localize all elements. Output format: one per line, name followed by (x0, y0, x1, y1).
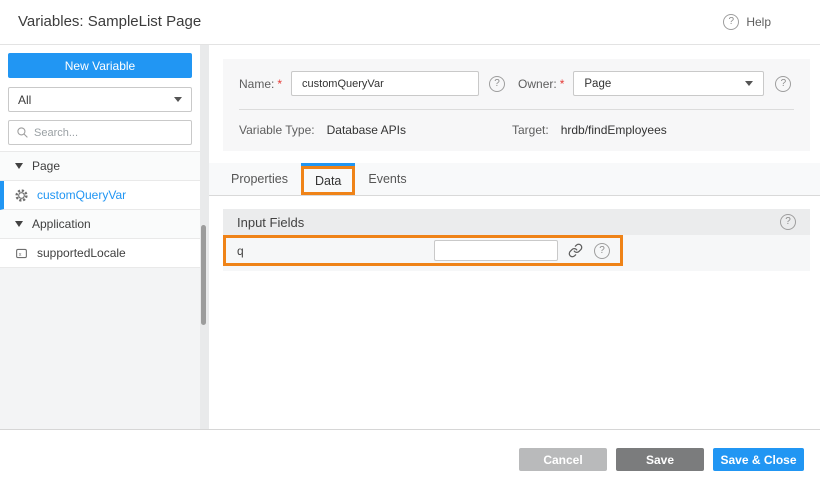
detail-tabs: Properties Data Events (209, 163, 820, 196)
required-marker: * (277, 77, 282, 91)
name-label: Name: (239, 77, 274, 91)
variable-filter-value: All (18, 93, 31, 107)
tree-group-label: Application (32, 217, 91, 231)
field-q-help-icon[interactable]: ? (594, 243, 610, 259)
field-name-label: q (237, 244, 434, 258)
variable-type-value: Database APIs (327, 123, 406, 137)
tree-item-label: supportedLocale (37, 246, 126, 260)
sidebar-empty-area (0, 268, 200, 429)
dialog-footer: Cancel Save Save & Close (0, 429, 820, 489)
dialog-header: Variables: SampleList Page ? Help (0, 0, 820, 45)
input-fields-header: Input Fields ? (223, 209, 810, 235)
tree-group-application[interactable]: Application (0, 210, 200, 239)
variable-filter-select[interactable]: All (8, 87, 192, 112)
variables-tree: Page customQueryVar Application x suppor… (0, 151, 200, 268)
owner-selected-value: Page (584, 78, 611, 90)
form-divider (239, 109, 794, 110)
chevron-down-icon (745, 81, 753, 86)
link-icon (568, 243, 583, 258)
help-button[interactable]: ? Help (723, 0, 771, 44)
help-icon: ? (723, 14, 739, 30)
owner-label: Owner: (518, 77, 557, 91)
expander-down-icon (15, 221, 23, 227)
tree-item-label: customQueryVar (37, 188, 126, 202)
chevron-down-icon (174, 97, 182, 102)
service-variable-gear-icon (15, 189, 28, 202)
save-button[interactable]: Save (616, 448, 704, 471)
page-title: Variables: SampleList Page (18, 0, 201, 44)
target-value: hrdb/findEmployees (561, 123, 667, 137)
sidebar-scrollbar-track (200, 45, 209, 429)
tree-item-supportedlocale[interactable]: x supportedLocale (0, 239, 200, 268)
cancel-button[interactable]: Cancel (519, 448, 607, 471)
sidebar-scrollbar-thumb[interactable] (201, 225, 206, 325)
variable-summary-form: Name: * ? Owner: * Page ? Variable Type:… (223, 59, 810, 151)
tab-properties[interactable]: Properties (218, 163, 301, 195)
expander-down-icon (15, 163, 23, 169)
variable-type-label: Variable Type: (239, 123, 315, 137)
tab-events[interactable]: Events (355, 163, 419, 195)
save-and-close-button[interactable]: Save & Close (713, 448, 804, 471)
target-label: Target: (512, 123, 549, 137)
name-help-icon[interactable]: ? (489, 76, 505, 92)
locale-document-icon: x (15, 247, 28, 260)
variable-search-box[interactable] (8, 120, 192, 145)
input-fields-help-icon[interactable]: ? (780, 214, 796, 230)
owner-select[interactable]: Page (573, 71, 764, 96)
input-field-row-q: q ? (223, 235, 623, 266)
input-fields-section: Input Fields ? q ? (223, 209, 810, 271)
required-marker: * (560, 77, 565, 91)
search-input[interactable] (34, 127, 184, 139)
field-q-input[interactable] (434, 240, 558, 261)
tree-item-customqueryvar[interactable]: customQueryVar (0, 181, 200, 210)
tree-group-label: Page (32, 159, 60, 173)
name-input[interactable] (291, 71, 479, 96)
variable-detail-panel: Name: * ? Owner: * Page ? Variable Type:… (209, 45, 820, 429)
search-icon (16, 126, 29, 139)
tab-data[interactable]: Data (301, 166, 355, 195)
tree-group-page[interactable]: Page (0, 152, 200, 181)
bind-variable-button[interactable] (568, 243, 583, 259)
input-fields-title: Input Fields (237, 215, 304, 230)
help-label: Help (746, 15, 771, 29)
new-variable-button[interactable]: New Variable (8, 53, 192, 78)
svg-text:x: x (19, 251, 22, 257)
owner-help-icon[interactable]: ? (775, 76, 791, 92)
variables-dialog: Variables: SampleList Page ? Help New Va… (0, 0, 820, 489)
variables-sidebar: New Variable All Page custo (0, 45, 200, 429)
